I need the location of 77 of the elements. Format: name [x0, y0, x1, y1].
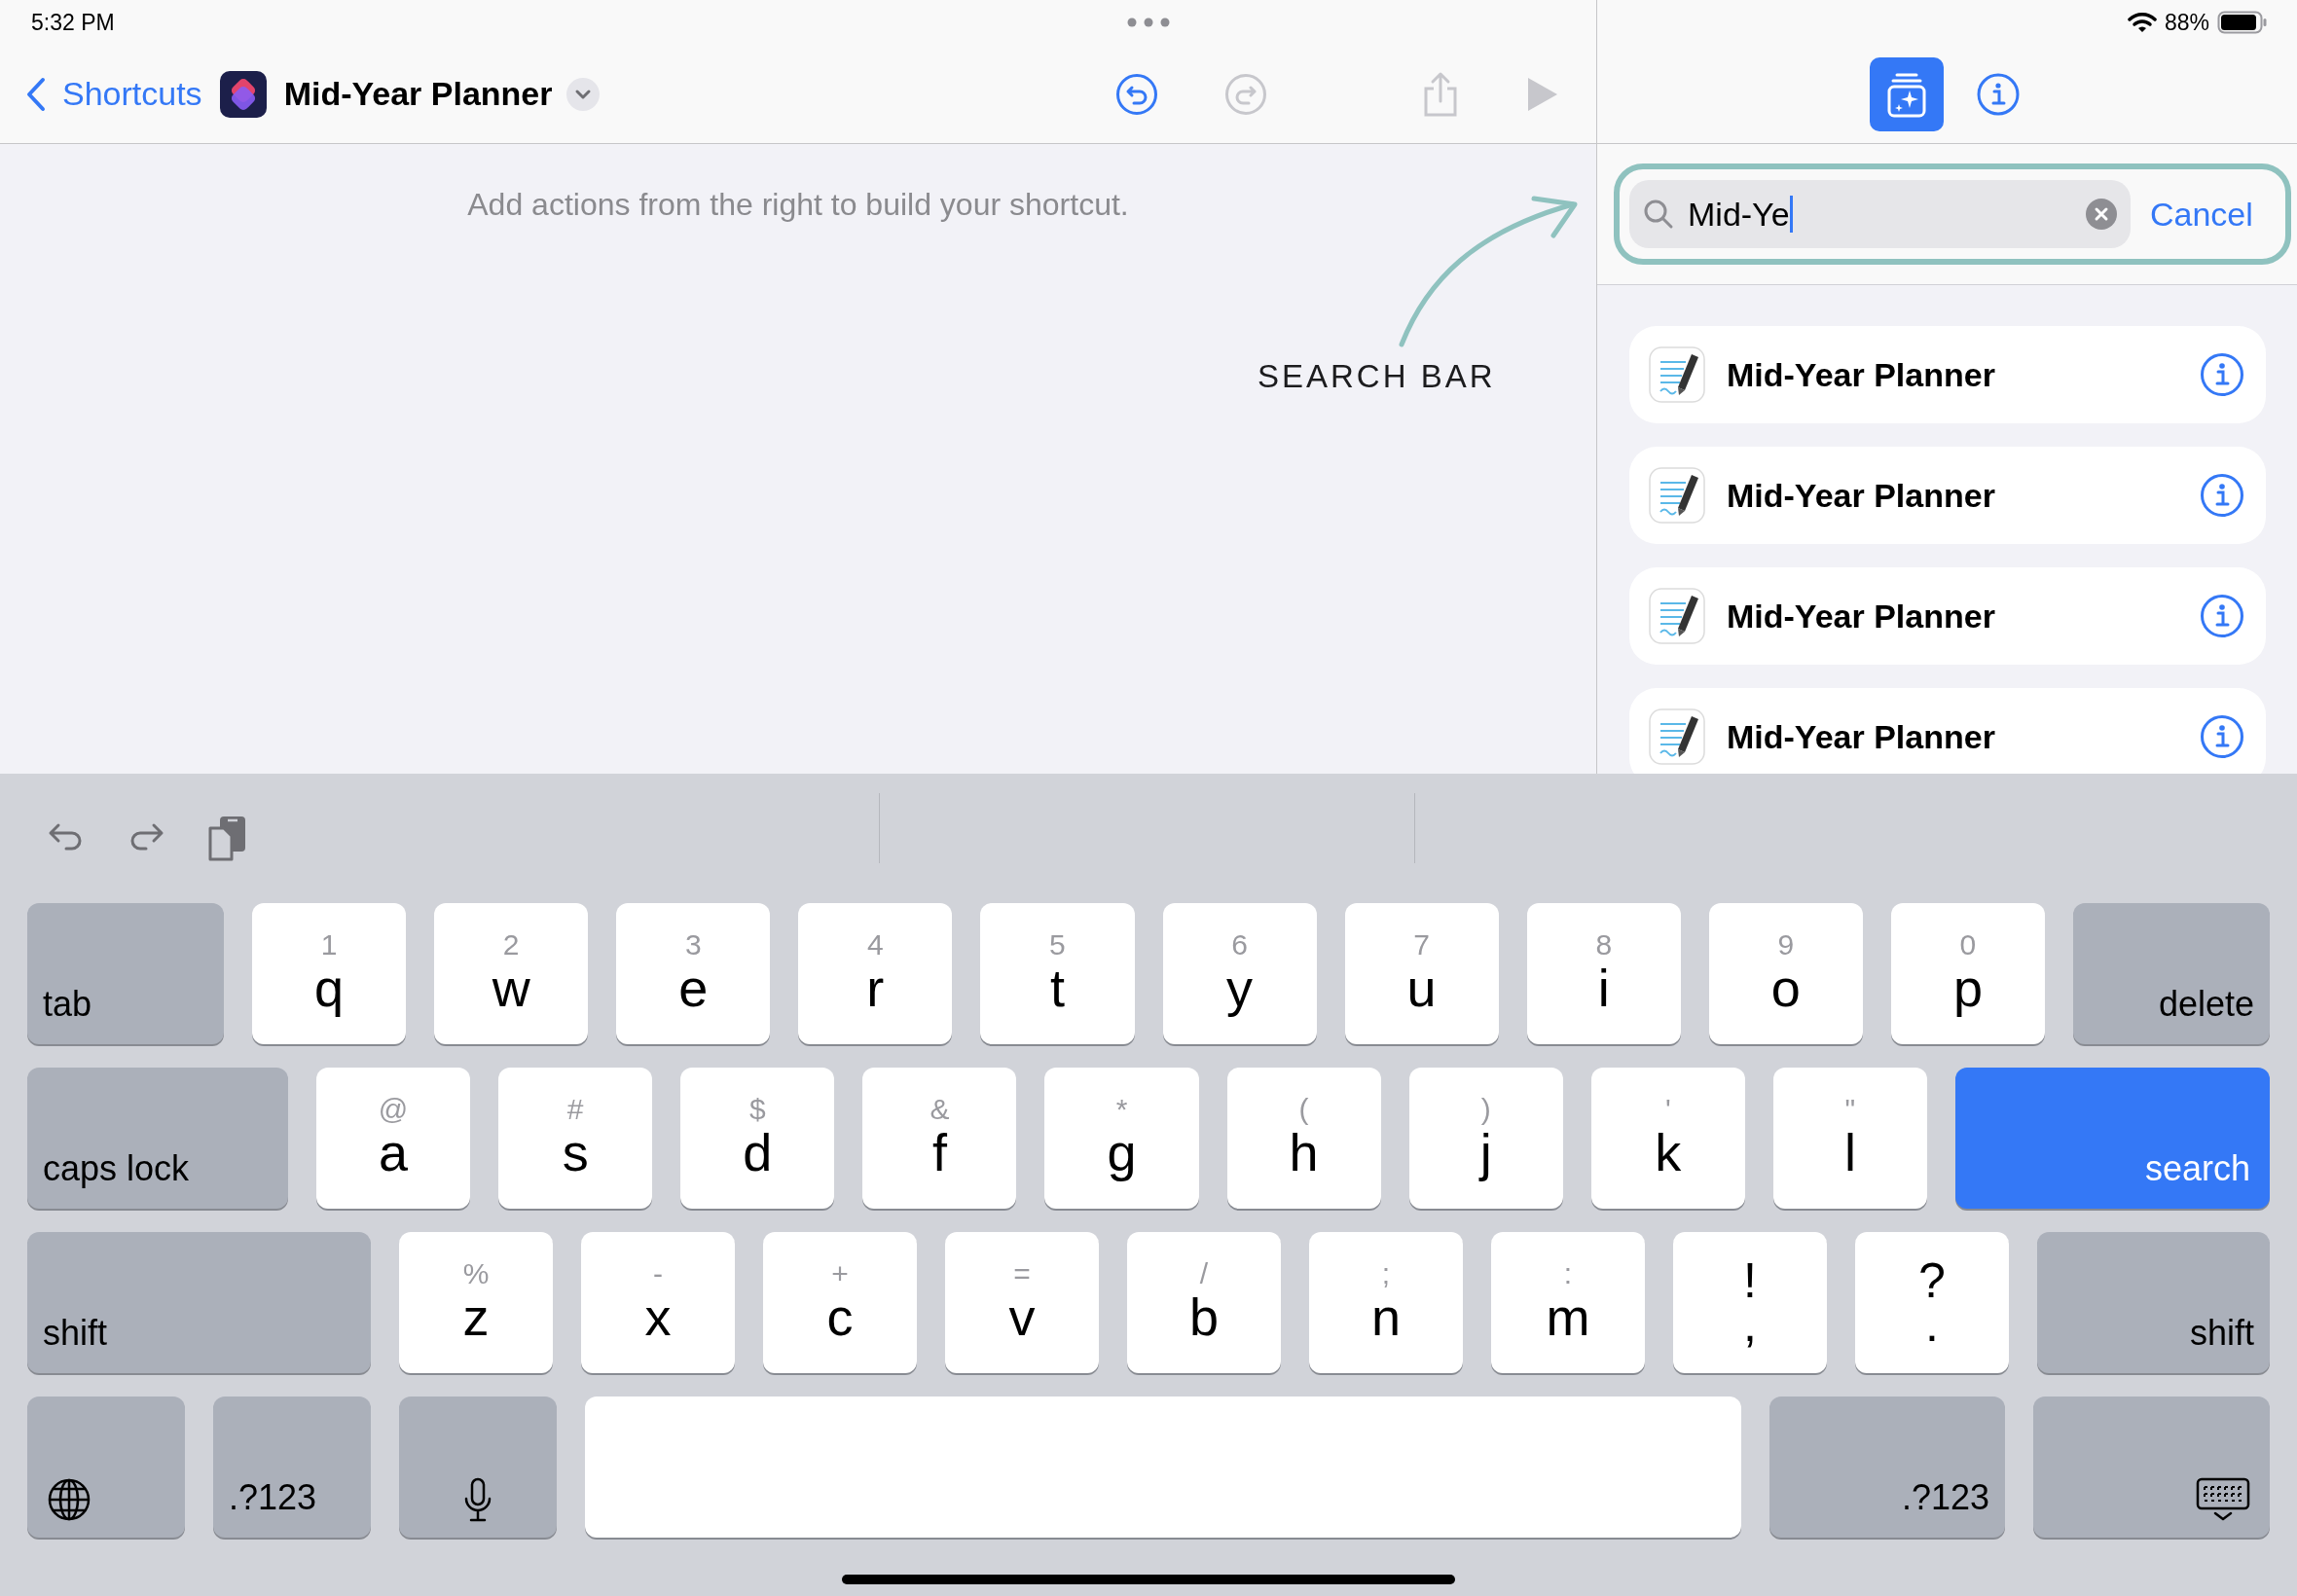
letter-key[interactable]: ) j — [1408, 1068, 1563, 1209]
result-title: Mid-Year Planner — [1727, 717, 1996, 756]
letter-key[interactable]: - x — [581, 1232, 735, 1373]
action-result-card[interactable]: Mid-Year Planner — [1629, 567, 2266, 665]
microphone-icon — [463, 1477, 492, 1522]
function-key[interactable]: caps lock — [27, 1068, 288, 1209]
paste-icon[interactable] — [206, 814, 247, 863]
function-key[interactable]: shift — [27, 1232, 371, 1373]
function-key[interactable]: .?123 — [1769, 1396, 2005, 1538]
info-icon[interactable] — [2200, 714, 2244, 759]
battery-percent: 88% — [2164, 9, 2209, 36]
info-icon[interactable] — [2200, 594, 2244, 638]
info-icon — [1976, 72, 2020, 116]
letter-key[interactable]: 4 r — [798, 903, 953, 1044]
chevron-down-icon[interactable] — [565, 77, 600, 111]
annotation-label: SEARCH BAR — [1258, 358, 1496, 395]
wifi-icon — [2127, 12, 2157, 33]
function-key[interactable]: delete — [2073, 903, 2270, 1044]
battery-icon — [2217, 11, 2268, 34]
search-field[interactable]: Mid-Ye — [1629, 180, 2131, 248]
letter-key[interactable]: 6 y — [1162, 903, 1317, 1044]
action-result-card[interactable]: Mid-Year Planner — [1629, 447, 2266, 544]
letter-key[interactable]: 1 q — [252, 903, 407, 1044]
actions-tab[interactable] — [1869, 56, 1944, 131]
letter-key[interactable]: 9 o — [1708, 903, 1863, 1044]
result-title: Mid-Year Planner — [1727, 597, 1996, 635]
letter-key[interactable]: ? . — [1855, 1232, 2009, 1373]
letter-key[interactable]: # s — [498, 1068, 653, 1209]
letter-key[interactable]: 0 p — [1890, 903, 2045, 1044]
notes-app-icon — [1649, 708, 1705, 765]
notes-app-icon — [1649, 588, 1705, 644]
letter-key[interactable]: 8 i — [1526, 903, 1681, 1044]
letter-key[interactable]: 3 e — [616, 903, 771, 1044]
result-title: Mid-Year Planner — [1727, 355, 1996, 394]
empty-canvas-hint: Add actions from the right to build your shortcut. — [466, 187, 1130, 223]
letter-key[interactable]: 2 w — [434, 903, 589, 1044]
letter-key[interactable]: ! , — [1673, 1232, 1827, 1373]
keyboard-icon — [2196, 1477, 2250, 1522]
letter-key[interactable]: ' k — [1590, 1068, 1745, 1209]
globe-key[interactable] — [27, 1396, 185, 1538]
function-key[interactable]: tab — [27, 903, 224, 1044]
cancel-button[interactable]: Cancel — [2150, 195, 2253, 234]
back-button[interactable]: Shortcuts — [25, 75, 202, 113]
letter-key[interactable]: ; n — [1309, 1232, 1463, 1373]
letter-key[interactable]: 7 u — [1344, 903, 1499, 1044]
clear-icon[interactable] — [2086, 199, 2117, 230]
status-time: 5:32 PM — [31, 9, 115, 36]
app-icon — [219, 70, 267, 118]
letter-key[interactable]: * g — [1044, 1068, 1199, 1209]
notes-app-icon — [1649, 467, 1705, 524]
globe-icon — [47, 1477, 91, 1522]
letter-key[interactable]: % z — [399, 1232, 553, 1373]
search-icon — [1643, 199, 1674, 230]
info-icon[interactable] — [2200, 352, 2244, 397]
undo-icon[interactable] — [1114, 72, 1158, 116]
function-key[interactable]: shift — [2037, 1232, 2270, 1373]
letter-key[interactable]: 5 t — [980, 903, 1135, 1044]
result-title: Mid-Year Planner — [1727, 476, 1996, 515]
info-icon[interactable] — [2200, 473, 2244, 518]
letter-key[interactable]: = v — [945, 1232, 1099, 1373]
letter-key[interactable]: $ d — [680, 1068, 835, 1209]
letter-key[interactable]: / b — [1127, 1232, 1281, 1373]
action-result-card[interactable]: Mid-Year Planner — [1629, 688, 2266, 774]
letter-key[interactable]: ( h — [1226, 1068, 1381, 1209]
hide-keyboard-key[interactable] — [2033, 1396, 2270, 1538]
search-key[interactable]: search — [1955, 1068, 2270, 1209]
chevron-left-icon — [25, 76, 47, 112]
function-key[interactable]: .?123 — [213, 1396, 371, 1538]
notes-app-icon — [1649, 346, 1705, 403]
letter-key[interactable]: " l — [1772, 1068, 1927, 1209]
shortcut-title: Mid-Year Planner — [283, 75, 553, 113]
letter-key[interactable]: @ a — [316, 1068, 471, 1209]
more-dots-icon[interactable] — [1127, 18, 1170, 27]
letter-key[interactable]: & f — [862, 1068, 1017, 1209]
letter-key[interactable]: : m — [1491, 1232, 1645, 1373]
action-result-card[interactable]: Mid-Year Planner — [1629, 326, 2266, 423]
letter-key[interactable]: + c — [763, 1232, 917, 1373]
